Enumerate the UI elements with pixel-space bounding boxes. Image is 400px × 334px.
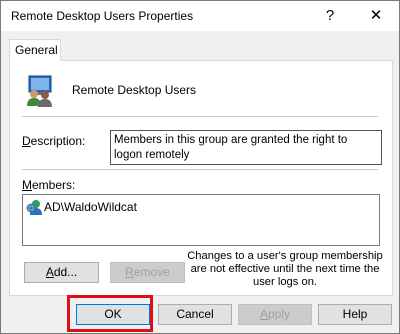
cancel-button[interactable]: Cancel (158, 304, 232, 325)
group-name: Remote Desktop Users (72, 83, 197, 97)
description-label-rest: escription: (30, 134, 86, 148)
remove-button-mnemonic: R (125, 265, 134, 279)
remove-button[interactable]: Remove (110, 262, 185, 283)
members-list[interactable]: AD\WaldoWildcat (22, 194, 380, 246)
add-button-rest: dd... (53, 265, 78, 279)
group-users-icon (24, 75, 58, 107)
help-title-button[interactable]: ? (307, 1, 353, 31)
remove-button-rest: emove (133, 265, 170, 279)
tab-general-label: General (15, 43, 58, 57)
add-button-mnemonic: A (45, 265, 54, 279)
member-name: AD\WaldoWildcat (44, 200, 137, 214)
window-title: Remote Desktop Users Properties (11, 9, 194, 23)
close-button[interactable]: ✕ (353, 1, 399, 31)
members-label: Members: (22, 178, 76, 192)
user-icon (25, 198, 43, 219)
tab-general[interactable]: General (9, 39, 61, 61)
description-field[interactable]: Members in this group are granted the ri… (110, 130, 382, 165)
general-panel: Remote Desktop Users Description: Member… (9, 60, 393, 296)
apply-button-mnemonic: A (259, 307, 268, 321)
help-button[interactable]: Help (318, 304, 392, 325)
add-button[interactable]: Add... (24, 262, 99, 283)
divider (22, 169, 378, 170)
members-label-rest: embers: (32, 178, 76, 192)
description-label: Description: (22, 134, 86, 148)
properties-dialog: Remote Desktop Users Properties ? ✕ Gene… (0, 0, 400, 334)
ok-highlight-box (67, 295, 153, 332)
apply-button-rest: pply (268, 307, 291, 321)
description-value: Members in this group are granted the ri… (114, 134, 348, 161)
apply-button[interactable]: Apply (238, 304, 312, 325)
membership-note: Changes to a user's group membership are… (187, 250, 383, 288)
title-bar: Remote Desktop Users Properties ? ✕ (1, 1, 399, 31)
divider (22, 116, 378, 117)
